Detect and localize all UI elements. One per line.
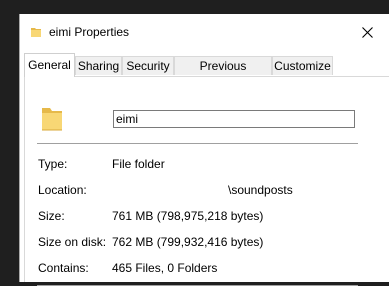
tab-customize[interactable]: Customize (272, 56, 333, 75)
folder-name-input[interactable] (113, 110, 355, 128)
location-label: Location: (38, 183, 87, 197)
properties-dialog: eimi Properties General Sharing Security… (19, 14, 389, 286)
type-value: File folder (112, 157, 165, 171)
contains-value: 465 Files, 0 Folders (112, 261, 218, 275)
tab-general[interactable]: General (24, 53, 75, 77)
size-value: 761 MB (798,975,218 bytes) (112, 209, 264, 223)
contains-label: Contains: (38, 261, 89, 275)
tab-strip: General Sharing Security Previous Versio… (24, 53, 389, 92)
type-label: Type: (38, 157, 68, 171)
tab-sharing[interactable]: Sharing (75, 56, 122, 75)
location-value: \soundposts (228, 183, 293, 197)
general-panel: Type: File folder Location: \soundposts … (24, 76, 389, 286)
close-button[interactable] (344, 14, 389, 51)
separator (37, 143, 358, 144)
tab-previous-versions[interactable]: Previous Versions (174, 56, 272, 92)
folder-icon (42, 108, 62, 131)
size-on-disk-value: 762 MB (799,932,416 bytes) (112, 235, 264, 249)
title-bar[interactable]: eimi Properties (20, 14, 389, 51)
size-on-disk-label: Size on disk: (38, 235, 107, 249)
folder-icon (31, 28, 41, 37)
tab-security[interactable]: Security (122, 56, 174, 75)
close-icon (361, 27, 373, 38)
window-title: eimi Properties (49, 25, 130, 39)
size-label: Size: (38, 209, 65, 223)
